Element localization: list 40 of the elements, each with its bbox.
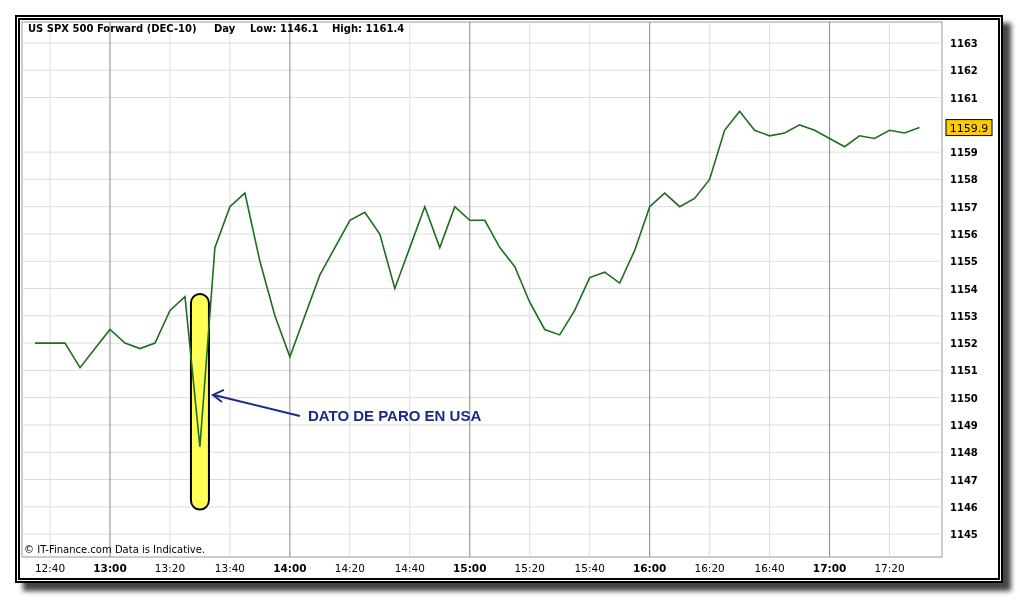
x-axis-label: 15:40 [574,562,605,574]
day-low: Low: 1146.1 [250,23,319,34]
y-axis-label: 1153 [950,310,978,322]
y-axis-label: 1163 [950,38,978,49]
x-axis-label: 14:40 [394,562,425,574]
x-axis-label: 15:00 [453,562,487,574]
y-axis-label: 1161 [950,92,978,104]
y-axis-label: 1159 [950,147,978,159]
x-axis-label: 14:00 [273,562,307,574]
x-axis-label: 15:20 [514,562,545,574]
x-axis-label: 16:20 [694,562,725,574]
y-axis-label: 1156 [950,229,978,240]
y-axis-label: 1157 [950,201,978,213]
x-axis-label: 13:40 [214,562,246,574]
x-axis-label: 16:40 [754,562,785,574]
y-axis-label: 1147 [950,474,978,486]
y-axis-label: 1151 [950,365,978,377]
y-axis-label: 1152 [950,338,978,350]
y-axis-label: 1150 [950,392,978,404]
y-axis-label: 1149 [950,419,978,431]
annotation-label: DATO DE PARO EN USA [307,406,482,424]
x-axis-label: 17:00 [812,562,847,574]
x-axis-label: 12:40 [34,562,66,574]
x-axis-label: 14:20 [334,562,365,574]
y-axis-label: 1148 [950,447,978,459]
y-axis-label: 1162 [950,65,978,77]
data-disclaimer: © IT-Finance.com Data is Indicative. [24,544,206,555]
y-axis-label: 1154 [950,283,978,295]
day-high: High: 1161.4 [332,23,405,34]
x-axis-label: 17:20 [874,562,905,574]
y-axis-label: 1146 [950,501,978,513]
x-axis-label: 16:00 [632,562,667,574]
instrument-title: US SPX 500 Forward (DEC-10) [28,23,197,34]
y-axis-label: 1158 [950,174,978,186]
period-label: Day [214,23,236,34]
y-axis-label: 1145 [950,529,978,541]
y-axis-label: 1155 [950,256,978,268]
x-axis-label: 13:20 [154,562,186,574]
last-price-tag: 1159.9 [945,119,993,137]
x-axis-label: 13:00 [93,562,127,574]
